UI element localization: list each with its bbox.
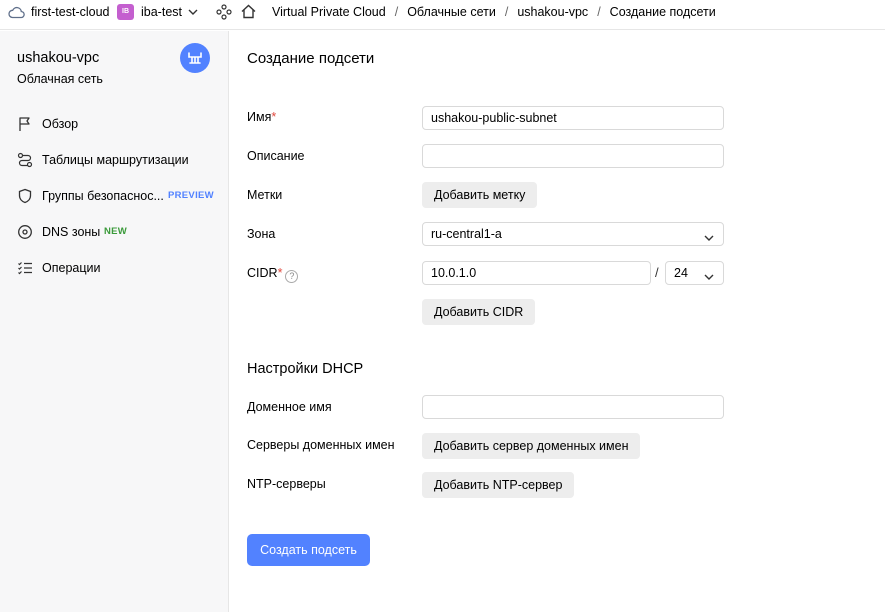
dhcp-section-title: Настройки DHCP <box>247 361 364 377</box>
add-cidr-button[interactable]: Добавить CIDR <box>422 299 536 325</box>
domain-name-input[interactable] <box>422 395 724 419</box>
sidebar-item-label: Таблицы маршрутизации <box>42 153 189 167</box>
cidr-mask-select[interactable]: 24 <box>665 261 724 285</box>
labels-label: Метки <box>247 188 283 202</box>
network-title: ushakou-vpc <box>17 50 100 66</box>
folder-name[interactable]: iba-test <box>141 4 182 20</box>
sidebar-item-label: Обзор <box>42 117 79 131</box>
required-mark: * <box>271 110 277 124</box>
folder-avatar[interactable]: IB <box>117 4 134 20</box>
sidebar-item-operations[interactable]: Операции <box>0 253 228 283</box>
breadcrumb-separator: / <box>394 5 399 19</box>
vpc-service-icon <box>180 43 210 73</box>
cidr-label: CIDR*? <box>247 265 299 283</box>
breadcrumb-item-networks[interactable]: Облачные сети <box>407 4 496 20</box>
chevron-down-icon <box>703 268 715 290</box>
sidebar: ushakou-vpc Облачная сеть Обзор Таблицы … <box>0 31 229 612</box>
new-badge: NEW <box>104 226 128 237</box>
sidebar-item-label: DNS зоны <box>42 225 101 239</box>
breadcrumb-separator: / <box>504 5 509 19</box>
network-subtitle: Облачная сеть <box>17 72 103 86</box>
top-bar: first-test-cloud IB iba-test Virtual Pri… <box>0 0 885 30</box>
preview-badge: PREVIEW <box>168 190 214 201</box>
zone-select[interactable]: ru-central1-a <box>422 222 724 246</box>
sidebar-item-label: Группы безопаснос... <box>42 189 164 203</box>
cidr-label-text: CIDR <box>247 266 278 280</box>
cidr-input[interactable]: 10.0.1.0 <box>422 261 651 285</box>
domain-name-label: Доменное имя <box>247 400 332 414</box>
sidebar-item-route-tables[interactable]: Таблицы маршрутизации <box>0 145 228 175</box>
cidr-separator: / <box>655 265 659 280</box>
ntp-servers-label: NTP-серверы <box>247 477 326 491</box>
zone-label: Зона <box>247 227 276 241</box>
main-content: Создание подсети Имя* ushakou-public-sub… <box>229 31 885 612</box>
breadcrumb-item-vpc[interactable]: Virtual Private Cloud <box>272 4 386 20</box>
route-icon <box>17 152 33 168</box>
services-icon[interactable] <box>216 4 232 23</box>
required-mark: * <box>277 266 283 280</box>
sidebar-item-overview[interactable]: Обзор <box>0 109 228 139</box>
list-icon <box>17 260 33 276</box>
breadcrumb-separator: / <box>597 5 601 19</box>
name-label: Имя* <box>247 109 276 125</box>
name-label-text: Имя <box>247 110 272 124</box>
create-subnet-button[interactable]: Создать подсеть <box>247 534 370 566</box>
home-icon[interactable] <box>240 3 257 23</box>
breadcrumb-item-network[interactable]: ushakou-vpc <box>517 4 588 20</box>
breadcrumb: Virtual Private Cloud / Облачные сети / … <box>272 4 716 20</box>
sidebar-item-security-groups[interactable]: Группы безопаснос... PREVIEW <box>0 181 228 211</box>
shield-icon <box>17 188 33 204</box>
breadcrumb-item-current: Создание подсети <box>609 5 716 19</box>
description-label: Описание <box>247 149 305 163</box>
add-label-button[interactable]: Добавить метку <box>422 182 538 208</box>
description-input[interactable] <box>422 144 724 168</box>
sidebar-item-dns-zones[interactable]: DNS зоны NEW <box>0 217 228 247</box>
flag-icon <box>17 116 33 132</box>
zone-select-value: ru-central1-a <box>431 227 502 241</box>
compass-icon <box>17 224 33 240</box>
sidebar-item-label: Операции <box>42 261 101 275</box>
chevron-down-icon <box>703 229 715 251</box>
page-title: Создание подсети <box>247 50 375 67</box>
add-ntp-server-button[interactable]: Добавить NTP-сервер <box>422 472 575 498</box>
add-dns-server-button[interactable]: Добавить сервер доменных имен <box>422 433 641 459</box>
help-icon[interactable]: ? <box>285 270 299 283</box>
dns-servers-label: Серверы доменных имен <box>247 438 395 452</box>
chevron-down-icon[interactable] <box>187 6 199 21</box>
cloud-icon[interactable] <box>8 5 25 22</box>
cloud-name[interactable]: first-test-cloud <box>31 4 110 20</box>
name-input[interactable]: ushakou-public-subnet <box>422 106 724 130</box>
cidr-mask-value: 24 <box>674 266 688 280</box>
